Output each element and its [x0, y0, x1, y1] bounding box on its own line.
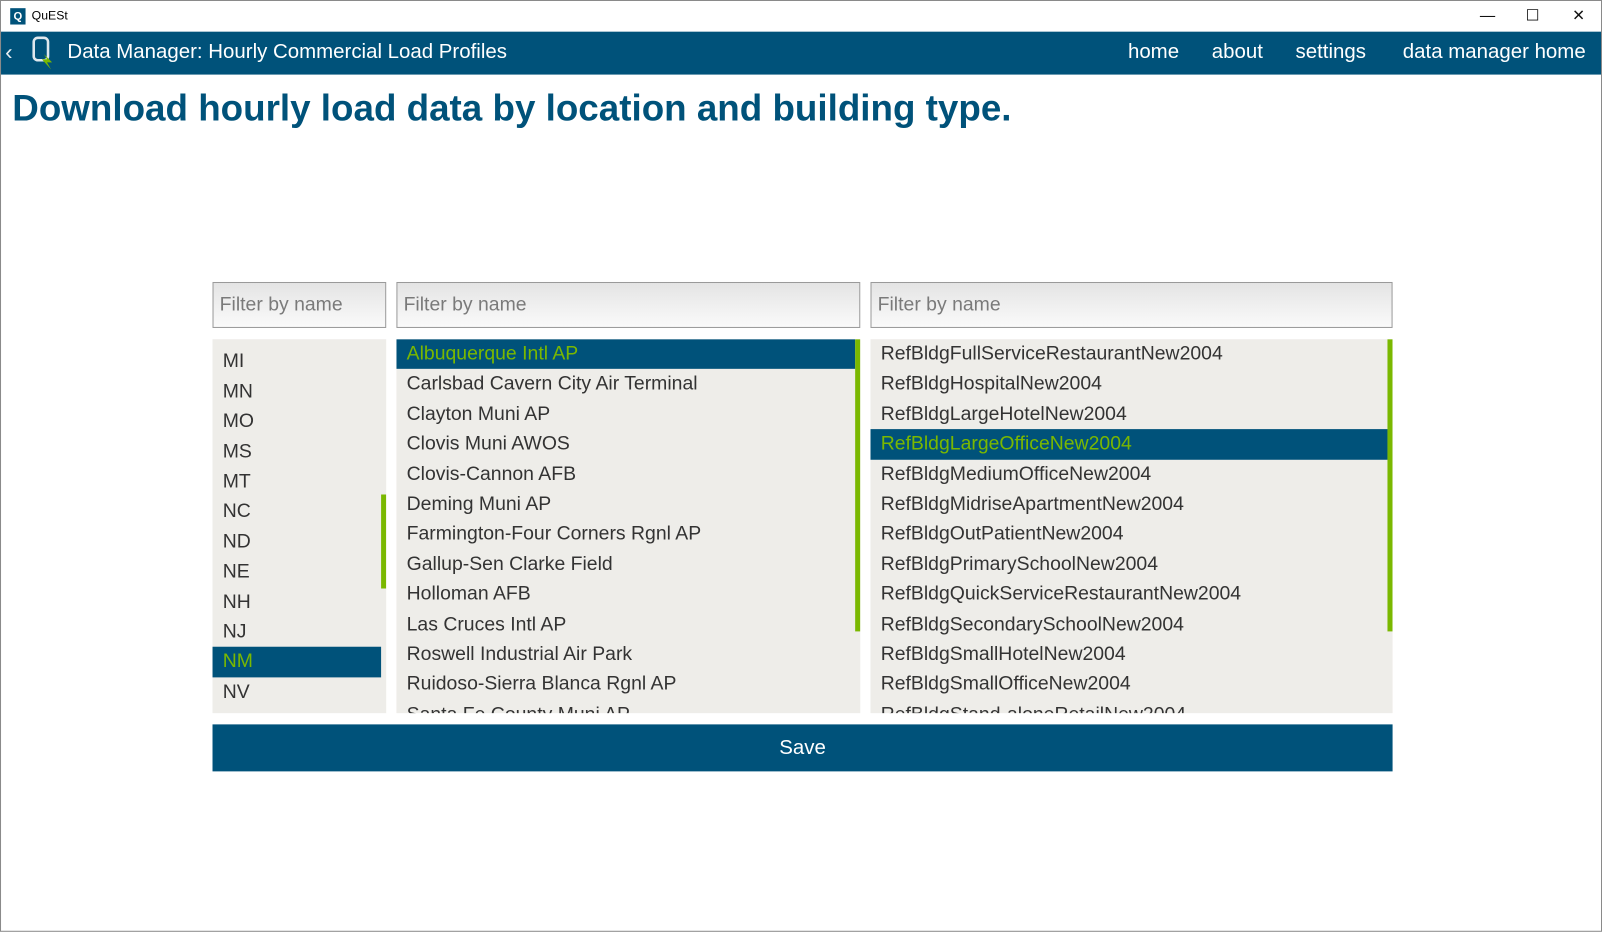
- state-list-item[interactable]: NJ: [213, 617, 382, 647]
- city-list-item[interactable]: Albuquerque Intl AP: [396, 339, 856, 370]
- state-list-item[interactable]: NH: [213, 587, 382, 617]
- state-list-item[interactable]: NE: [213, 557, 382, 587]
- building-list[interactable]: RefBldgFullServiceRestaurantNew2004 RefBl…: [870, 339, 1393, 714]
- nav-settings-link[interactable]: settings: [1296, 41, 1366, 64]
- building-list-item[interactable]: RefBldgQuickServiceRestaurantNew2004: [870, 579, 1387, 609]
- nav-bar: ‹ Data Manager: Hourly Commercial Load P…: [1, 31, 1602, 75]
- city-list[interactable]: Albuquerque Intl AP Carlsbad Cavern City …: [396, 339, 861, 714]
- city-list-item[interactable]: Clovis-Cannon AFB: [396, 459, 855, 489]
- page-heading: Download hourly load data by location an…: [12, 86, 1012, 129]
- city-list-item[interactable]: Santa Fe County Muni AP: [396, 700, 855, 714]
- city-list-item[interactable]: Holloman AFB: [396, 579, 855, 609]
- city-list-item[interactable]: Farmington-Four Corners Rgnl AP: [396, 519, 855, 549]
- state-list-item[interactable]: NV: [213, 677, 382, 707]
- page-title: Data Manager: Hourly Commercial Load Pro…: [67, 40, 507, 64]
- building-list-item[interactable]: RefBldgOutPatientNew2004: [870, 519, 1387, 549]
- state-list-item[interactable]: ND: [213, 527, 382, 557]
- city-list-item[interactable]: Clovis Muni AWOS: [396, 429, 855, 459]
- state-list-item[interactable]: MI: [213, 347, 382, 377]
- state-list-item[interactable]: NC: [213, 497, 382, 527]
- nav-home-link[interactable]: home: [1128, 41, 1179, 64]
- window-title: QuESt: [31, 8, 68, 23]
- city-list-item[interactable]: Roswell Industrial Air Park: [396, 639, 855, 669]
- quest-logo-icon: [32, 36, 53, 70]
- building-list-item[interactable]: RefBldgSecondarySchoolNew2004: [870, 609, 1387, 639]
- state-list-item[interactable]: MT: [213, 467, 382, 497]
- building-list-item[interactable]: RefBldgLargeHotelNew2004: [870, 399, 1387, 429]
- city-list-scrollbar[interactable]: [855, 339, 861, 632]
- app-icon: Q: [10, 8, 26, 25]
- state-filter-input[interactable]: [212, 281, 387, 328]
- state-list-item[interactable]: MS: [213, 437, 382, 467]
- building-list-scrollbar[interactable]: [1387, 339, 1393, 632]
- state-list-item[interactable]: ME: [213, 339, 382, 347]
- city-list-item[interactable]: Clayton Muni AP: [396, 399, 855, 429]
- city-list-item[interactable]: Carlsbad Cavern City Air Terminal: [396, 369, 855, 399]
- nav-about-link[interactable]: about: [1212, 41, 1263, 64]
- state-list-scrollbar[interactable]: [381, 494, 387, 589]
- building-list-item[interactable]: RefBldgSmallHotelNew2004: [870, 639, 1387, 669]
- city-list-item[interactable]: Ruidoso-Sierra Blanca Rgnl AP: [396, 670, 855, 700]
- building-list-item[interactable]: RefBldgMidriseApartmentNew2004: [870, 489, 1387, 519]
- app-window: Q QuESt — ☐ ✕ ‹ Data Manager: Hourly Com…: [0, 0, 1602, 932]
- building-list-item[interactable]: RefBldgMediumOfficeNew2004: [870, 459, 1387, 489]
- building-list-item[interactable]: RefBldgSmallOfficeNew2004: [870, 670, 1387, 700]
- building-list-item[interactable]: RefBldgPrimarySchoolNew2004: [870, 549, 1387, 579]
- building-list-item[interactable]: RefBldgHospitalNew2004: [870, 369, 1387, 399]
- city-list-item[interactable]: Deming Muni AP: [396, 489, 855, 519]
- maximize-button[interactable]: ☐: [1517, 5, 1548, 27]
- city-list-item[interactable]: Gallup-Sen Clarke Field: [396, 549, 855, 579]
- title-bar: Q QuESt — ☐ ✕: [1, 1, 1602, 32]
- save-button[interactable]: Save: [212, 724, 1393, 772]
- close-button[interactable]: ✕: [1563, 5, 1594, 27]
- city-list-item[interactable]: Las Cruces Intl AP: [396, 609, 855, 639]
- state-list-item[interactable]: MN: [213, 377, 382, 407]
- building-list-item[interactable]: RefBldgFullServiceRestaurantNew2004: [870, 339, 1387, 369]
- building-list-item[interactable]: RefBldgLargeOfficeNew2004: [870, 429, 1388, 460]
- state-list[interactable]: MEMIMNMOMSMTNCNDNENHNJNMNV: [212, 339, 387, 714]
- back-chevron-icon[interactable]: ‹: [5, 39, 12, 66]
- nav-data-manager-home-link[interactable]: data manager home: [1403, 41, 1586, 64]
- minimize-button[interactable]: —: [1472, 5, 1503, 27]
- state-list-item[interactable]: NM: [212, 647, 382, 678]
- city-filter-input[interactable]: [396, 281, 861, 328]
- building-list-item[interactable]: RefBldgStand-aloneRetailNew2004: [870, 700, 1387, 714]
- building-filter-input[interactable]: [870, 281, 1393, 328]
- state-list-item[interactable]: MO: [213, 407, 382, 437]
